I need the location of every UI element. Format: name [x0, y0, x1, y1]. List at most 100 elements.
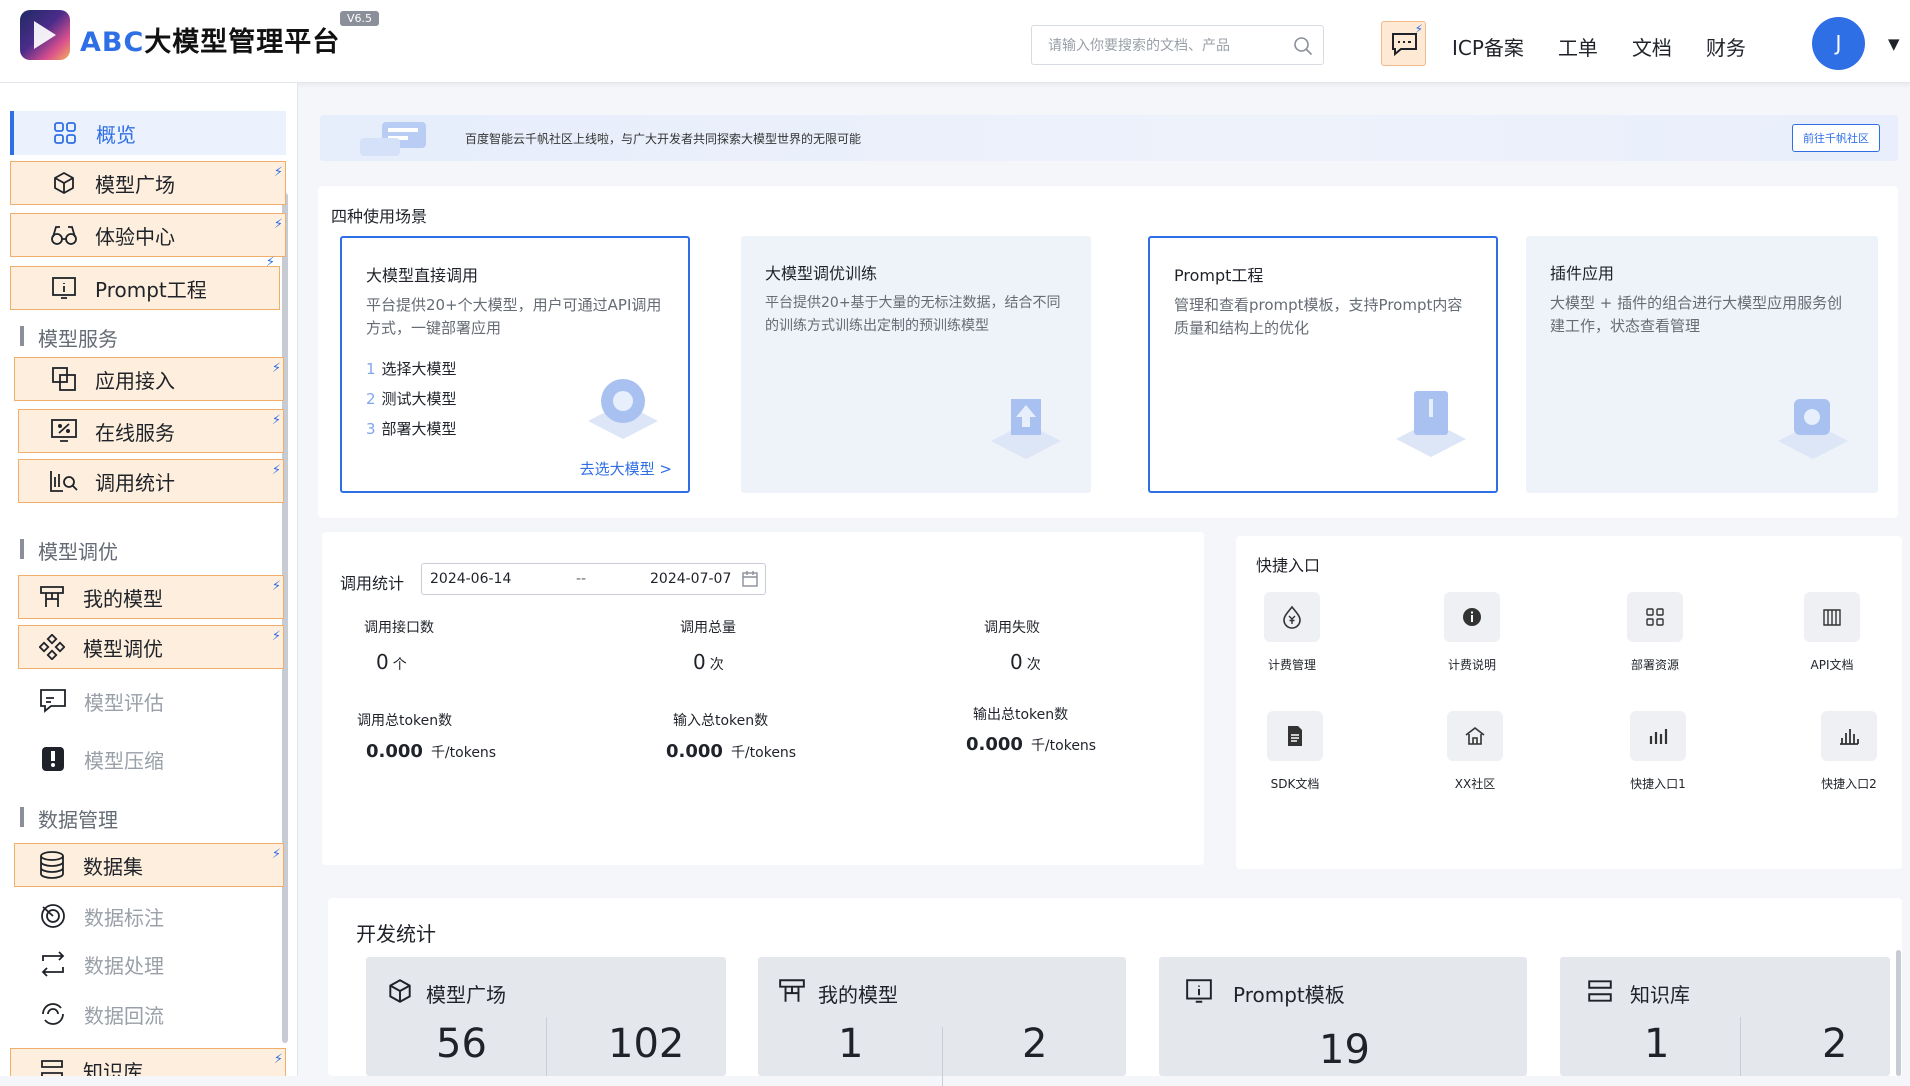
dev-stats-title: 开发统计	[356, 922, 436, 946]
date-separator: --	[576, 571, 587, 587]
dev-card-model-square[interactable]: 模型广场 56 102	[366, 957, 726, 1076]
sidebar-item-label: Prompt工程	[95, 277, 207, 302]
brand-title[interactable]: ABC大模型管理平台	[80, 20, 340, 59]
sidebar-item-prompt[interactable]: Prompt工程 ⚡	[10, 255, 280, 310]
sidebar-item-label: 数据集	[83, 854, 143, 879]
scene-card-prompt[interactable]: Prompt工程 管理和查看prompt模板，支持Prompt内容质量和结构上的…	[1148, 236, 1498, 493]
sidebar-item-dataset[interactable]: 数据集 ⚡	[14, 843, 284, 887]
grid-icon	[1627, 592, 1683, 642]
lightning-icon: ⚡	[271, 463, 281, 478]
sidebar-item-experience[interactable]: 体验中心 ⚡	[10, 213, 286, 257]
sidebar-item-model-square[interactable]: 模型广场 ⚡	[10, 161, 286, 205]
nav-ticket[interactable]: 工单	[1558, 32, 1598, 61]
sidebar-item-knowledge[interactable]: 知识库 ⚡	[10, 1048, 286, 1076]
quick-entry-billing-info[interactable]: 计费说明	[1427, 592, 1517, 673]
document-illustration-icon	[1396, 391, 1466, 457]
nav-finance[interactable]: 财务	[1706, 32, 1746, 61]
lightning-icon: ⚡	[271, 629, 281, 644]
info-board-icon	[1186, 979, 1212, 1003]
sidebar-item-data-label[interactable]: 数据标注	[22, 894, 284, 938]
date-start[interactable]: 2024-06-14	[430, 571, 511, 587]
dev-card-value-a: 19	[1319, 1027, 1370, 1073]
compress-icon	[38, 744, 68, 774]
input-tokens-label: 输入总token数	[673, 713, 769, 729]
bar-chart-search-icon	[49, 466, 79, 496]
user-menu-caret-icon[interactable]: ▼	[1888, 35, 1900, 53]
eval-chat-icon	[38, 686, 68, 716]
sidebar-item-model-eval[interactable]: 模型评估	[22, 679, 284, 723]
dev-card-title: Prompt模板	[1233, 983, 1345, 1007]
scene-card-tune-train[interactable]: 大模型调优训练 平台提供20+基于大量的无标注数据，结合不同的训练方式训练出定制…	[741, 236, 1091, 493]
glasses-icon	[49, 220, 79, 250]
sidebar: 概览 模型广场 ⚡ 体验中心 ⚡ Prompt工程 ⚡ 模型服务 应用接入 ⚡ …	[0, 83, 298, 1076]
monitor-percent-icon	[49, 416, 79, 446]
sidebar-item-label: 知识库	[83, 1059, 143, 1077]
books-icon	[1804, 592, 1860, 642]
sidebar-item-label: 数据回流	[84, 1003, 164, 1028]
sidebar-item-data-process[interactable]: 数据处理	[22, 942, 284, 986]
lightning-icon: ⚡	[271, 361, 281, 376]
dev-card-value-a: 56	[436, 1021, 487, 1067]
scene-step: 2 测试大模型	[366, 390, 457, 408]
message-button[interactable]: ⚡	[1381, 21, 1426, 66]
sidebar-item-model-tune[interactable]: 模型调优 ⚡	[18, 625, 284, 669]
quick-entry-api-docs[interactable]: API文档	[1787, 592, 1877, 673]
brand-logo-icon[interactable]	[20, 10, 70, 60]
scene-card-direct-call[interactable]: 大模型直接调用 平台提供20+个大模型，用户可通过API调用方式，一键部署应用 …	[340, 236, 690, 493]
main-scrollbar[interactable]	[1896, 950, 1901, 1076]
search-input[interactable]	[1032, 26, 1282, 64]
dev-card-knowledge[interactable]: 知识库 1 2	[1560, 957, 1890, 1076]
document-icon	[1267, 711, 1323, 761]
sidebar-item-online-service[interactable]: 在线服务 ⚡	[18, 409, 284, 453]
sidebar-item-label: 模型评估	[84, 690, 164, 715]
sidebar-item-label: 我的模型	[83, 586, 163, 611]
sidebar-item-call-stats[interactable]: 调用统计 ⚡	[18, 459, 284, 503]
sidebar-item-model-compress[interactable]: 模型压缩	[22, 737, 284, 781]
lightning-icon: ⚡	[273, 165, 283, 180]
sidebar-item-label: 模型压缩	[84, 748, 164, 773]
calendar-icon[interactable]	[741, 570, 759, 588]
quick-entry-deploy-resource[interactable]: 部署资源	[1610, 592, 1700, 673]
failed-calls-label: 调用失败	[984, 620, 1040, 636]
scene-step: 3 部署大模型	[366, 420, 457, 438]
sidebar-item-overview[interactable]: 概览	[10, 111, 286, 155]
dev-card-prompt-templates[interactable]: Prompt模板 19	[1159, 957, 1527, 1076]
sidebar-item-data-reflow[interactable]: 数据回流	[22, 992, 284, 1036]
community-illustration-icon	[360, 122, 426, 156]
sidebar-item-label: 概览	[96, 122, 136, 147]
lightning-icon: ⚡	[271, 579, 281, 594]
search-icon[interactable]	[1293, 36, 1313, 56]
quick-entry-label: 部署资源	[1630, 658, 1679, 672]
quick-entry-community[interactable]: XX社区	[1430, 711, 1520, 792]
community-link-button[interactable]: 前往千帆社区	[1792, 124, 1880, 152]
scene-card-plugin[interactable]: 插件应用 大模型 + 插件的组合进行大模型应用服务创建工作，状态查看管理	[1526, 236, 1878, 493]
quick-entry-billing-mgmt[interactable]: 计费管理	[1247, 592, 1337, 673]
dev-card-my-models[interactable]: 我的模型 1 2	[758, 957, 1126, 1086]
dev-card-value-b: 2	[1022, 1021, 1048, 1067]
lightning-icon: ⚡	[265, 255, 275, 270]
quick-entry-sdk-docs[interactable]: SDK文档	[1250, 711, 1340, 792]
total-tokens-value: 0.000 千/tokens	[366, 741, 497, 762]
date-range-picker[interactable]: 2024-06-14 -- 2024-07-07	[421, 563, 766, 595]
user-avatar[interactable]: J	[1812, 17, 1865, 70]
date-end[interactable]: 2024-07-07	[650, 571, 731, 587]
scene-title: 大模型调优训练	[765, 264, 878, 283]
model-tree-icon	[37, 582, 67, 612]
sidebar-item-my-models[interactable]: 我的模型 ⚡	[18, 575, 284, 619]
dev-card-value-b: 102	[608, 1021, 685, 1067]
cube-icon	[389, 979, 411, 1003]
top-nav: ICP备案 工单 文档 财务	[1452, 32, 1746, 61]
dev-card-divider	[546, 1017, 547, 1076]
quick-entry-label: 快捷入口2	[1821, 777, 1877, 791]
quick-entry-shortcut-2[interactable]: 快捷入口2	[1804, 711, 1894, 792]
quick-entry-shortcut-1[interactable]: 快捷入口1	[1613, 711, 1703, 792]
select-model-link[interactable]: 去选大模型 >	[580, 458, 672, 479]
lightning-icon: ⚡	[1414, 22, 1423, 36]
sidebar-item-app-access[interactable]: 应用接入 ⚡	[14, 357, 284, 401]
model-tree-icon	[779, 979, 805, 1002]
nav-docs[interactable]: 文档	[1632, 32, 1672, 61]
database-icon	[37, 850, 67, 880]
bar-chart-icon	[1630, 711, 1686, 761]
nav-icp[interactable]: ICP备案	[1452, 32, 1524, 61]
sidebar-item-label: 调用统计	[95, 470, 175, 495]
